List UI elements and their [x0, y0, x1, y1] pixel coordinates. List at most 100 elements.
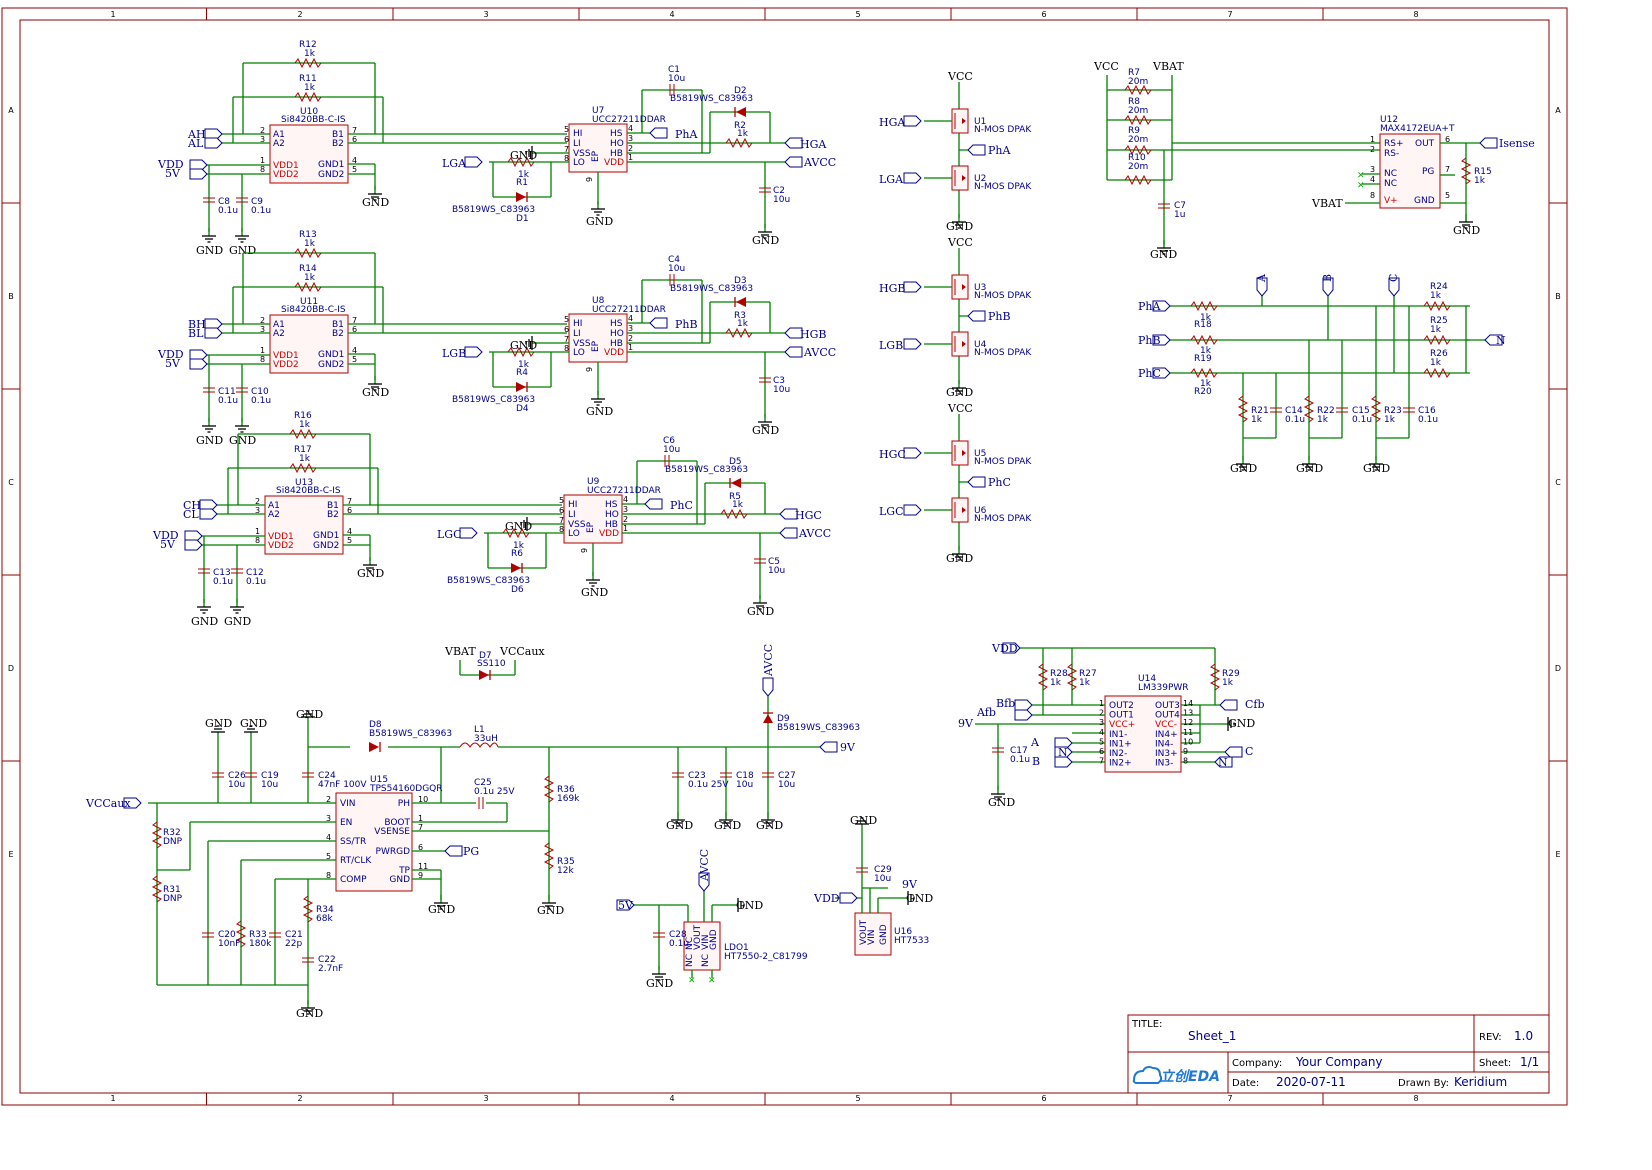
in-l-port: AL	[187, 137, 204, 150]
u15-right-3: PWRGD	[376, 847, 411, 857]
u15-ln-0: 2	[326, 795, 331, 804]
v5-port: 5V	[165, 357, 181, 370]
frame-col-top-5: 6	[1041, 10, 1046, 19]
gate-lo: LGB	[879, 339, 903, 352]
avcc-flag	[779, 527, 798, 539]
u14-ln-0: 1	[1099, 699, 1104, 708]
iso-pin-gnd2: GND2	[313, 541, 339, 551]
cap-a-value: 0.1u	[218, 206, 238, 216]
gnd-cap-vdd: GND	[752, 234, 779, 247]
drv-n2: 2	[628, 144, 633, 153]
lg-flag	[459, 527, 478, 539]
gnd-c19: GND	[240, 717, 267, 730]
v9-cmp: 9V	[958, 717, 974, 730]
drv-n8: 8	[559, 525, 564, 534]
gnd-a: GND	[191, 615, 218, 628]
date-label: Date:	[1232, 1078, 1259, 1089]
c20-value: 10nF	[218, 939, 240, 949]
drv-pin-hs: HS	[610, 319, 623, 329]
mosfet-pair-2: VCCHGCLGCU5N-MOS DPAKU6N-MOS DPAKPhCGND	[879, 402, 1032, 565]
vcc-top: VCC	[947, 236, 973, 249]
gnd-b: GND	[224, 615, 251, 628]
iso-n8: 8	[255, 536, 260, 545]
u12-pin-pg: PG	[1422, 167, 1434, 177]
r-gate-value: 1k	[732, 500, 744, 510]
drv-n7: 7	[564, 335, 569, 344]
avcc-flag	[784, 346, 803, 358]
isense-port: Isense	[1499, 137, 1535, 150]
sheet-label: Sheet:	[1479, 1058, 1511, 1069]
cap-boot-value: 10u	[668, 264, 685, 274]
current-sense: VCC VBAT R720m R820m R920m R1020m C71u G…	[1093, 60, 1535, 261]
bfb-flag	[1014, 699, 1033, 711]
ph-a-port: PhA	[1138, 300, 1161, 313]
gnd-c27: GND	[756, 819, 783, 832]
vcc-top: VCC	[947, 402, 973, 415]
ldo-pin-bot-3: NC	[685, 954, 695, 967]
u14-rn-6: 8	[1183, 757, 1188, 766]
u14-right-4: IN4-	[1155, 739, 1173, 749]
iso-n4: 4	[352, 346, 357, 355]
r-top-value: 1k	[299, 420, 311, 430]
nc-mark-2: ✕	[708, 976, 716, 986]
frame-row-left-4: E	[8, 850, 13, 859]
iso-n3: 3	[260, 325, 265, 334]
c23-value: 0.1u 25V	[688, 780, 729, 790]
diode-low	[515, 191, 528, 203]
v5-port: 5V	[165, 167, 181, 180]
r10-value: 20m	[1128, 162, 1148, 172]
gnd-label: GND	[946, 552, 973, 565]
iso-pin-gnd1: GND1	[318, 160, 344, 170]
u14-ln-3: 4	[1099, 728, 1104, 737]
c19-value: 10u	[261, 780, 278, 790]
r33-value: 180k	[249, 939, 272, 949]
v5-port: 5V	[160, 538, 176, 551]
drv-pin-ep: EP	[591, 340, 601, 352]
frame-row-right-1: B	[1555, 292, 1561, 301]
drv-pin-ho: HO	[605, 510, 619, 520]
drv-pin-lo: LO	[573, 348, 585, 358]
r-low-value: 1k	[518, 360, 530, 370]
b-cmp-flag	[1054, 756, 1073, 768]
gnd-c7: GND	[1150, 248, 1177, 261]
lg-flag	[464, 156, 483, 168]
drv-n6: 6	[564, 325, 569, 334]
gnd-c17: GND	[988, 796, 1015, 809]
company-label: Company:	[1232, 1058, 1282, 1069]
vcc-top: VCC	[947, 70, 973, 83]
v5-flag	[189, 168, 208, 180]
drv-n1: 1	[628, 343, 633, 352]
cap-b-value: 0.1u	[251, 396, 271, 406]
u12-pin-nc2: NC	[1384, 179, 1397, 189]
c17-value: 0.1u	[1010, 755, 1030, 765]
gate-flag-0	[903, 281, 922, 293]
part-lo: N-MOS DPAK	[974, 182, 1032, 192]
v5-flag	[189, 358, 208, 370]
iso-pin-b2: B2	[332, 139, 344, 149]
c15-value: 0.1u	[1352, 415, 1372, 425]
u14-rn-5: 9	[1183, 747, 1188, 756]
iso-n5: 5	[347, 536, 352, 545]
gnd-cap-a	[196, 598, 212, 614]
comparator: U14LM339PWROUT21OUT12VCC+3IN1-4IN1+5IN2-…	[958, 642, 1265, 809]
b-port: B	[1321, 274, 1334, 282]
u12-n8: 8	[1370, 191, 1375, 200]
cap-b-value: 0.1u	[246, 577, 266, 587]
gnd-ep	[590, 200, 606, 216]
title-block: TITLE: Sheet_1 REV: 1.0 Company: Your Co…	[1127, 1014, 1550, 1094]
c29-value: 10u	[874, 874, 891, 884]
gnd-u16: GND	[906, 892, 933, 905]
r29-value: 1k	[1222, 678, 1234, 688]
iso-n7: 7	[352, 316, 357, 325]
mosfet-pair-1: VCCHGBLGBU3N-MOS DPAKU4N-MOS DPAKPhBGND	[879, 236, 1032, 399]
drv-n8: 8	[564, 154, 569, 163]
c22-value: 2.7nF	[318, 964, 343, 974]
u12-part: MAX4172EUA+T	[1380, 124, 1455, 134]
vdd-u16: VDD	[813, 892, 840, 905]
u14-rn-4: 10	[1183, 737, 1193, 746]
gate-hi: HGC	[879, 448, 906, 461]
date-value: 2020-07-11	[1276, 1075, 1346, 1089]
diode-hb-part: B5819WS_C83963	[670, 284, 753, 294]
cap-a-value: 0.1u	[218, 396, 238, 406]
u12-n7: 7	[1445, 165, 1450, 174]
